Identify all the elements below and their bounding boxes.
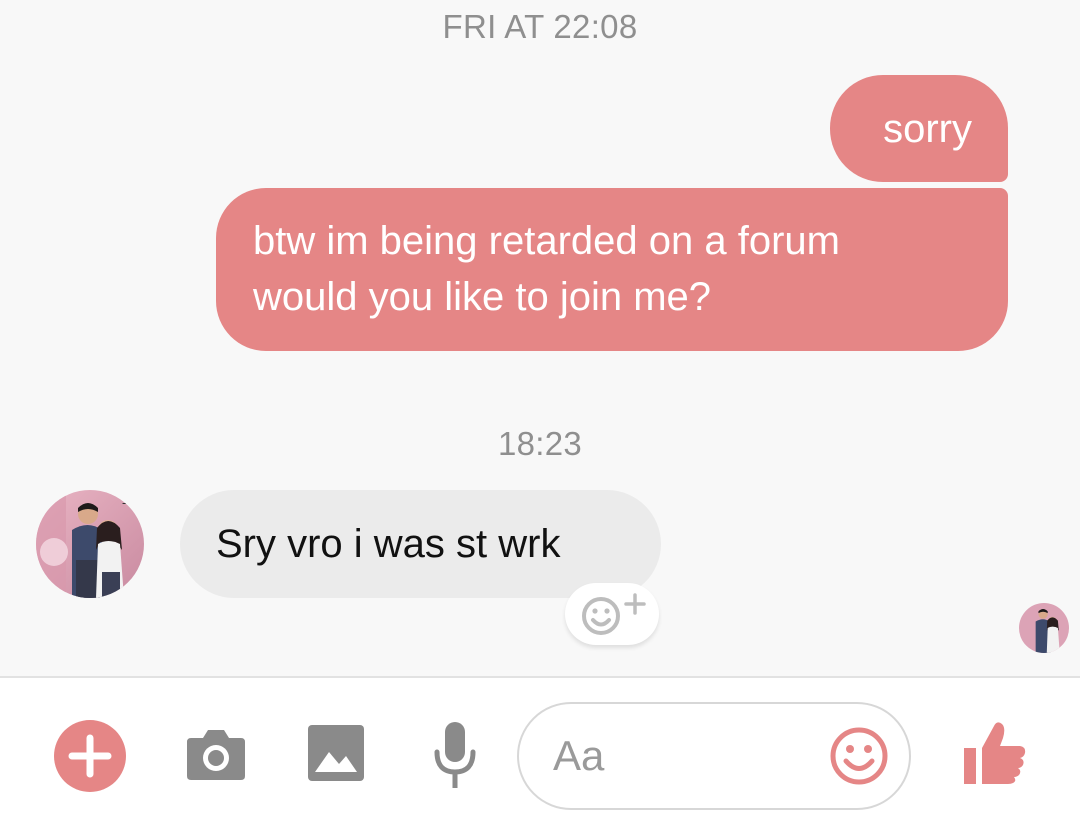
timestamp: 18:23	[497, 425, 583, 462]
message-thread[interactable]: FRI AT 22:08 sorry btw im being retarded…	[0, 0, 1080, 676]
incoming-message-bubble[interactable]: Sry vro i was st wrk	[180, 490, 661, 598]
message-text: Sry vro i was st wrk	[216, 522, 561, 566]
message-input-placeholder: Aa	[553, 732, 605, 779]
plus-circle-icon	[54, 720, 126, 792]
message-text-line: would you like to join me?	[253, 275, 712, 319]
add-reaction-icon	[582, 593, 646, 635]
timestamp: FRI AT 22:08	[442, 8, 638, 45]
outgoing-message-bubble[interactable]: btw im being retarded on a forum would y…	[216, 188, 1008, 351]
more-actions-button[interactable]	[54, 720, 126, 792]
message-composer: Aa	[0, 676, 1080, 832]
image-icon	[308, 725, 364, 781]
emoji-button[interactable]	[829, 726, 889, 786]
camera-icon	[187, 730, 245, 780]
gallery-button[interactable]	[307, 724, 365, 782]
message-text-line: btw im being retarded on a forum	[253, 219, 840, 263]
add-reaction-button[interactable]	[565, 583, 659, 645]
svg-text:೨: ೨	[122, 492, 130, 508]
like-button[interactable]	[962, 720, 1028, 786]
message-input[interactable]: Aa	[517, 702, 911, 810]
contact-avatar[interactable]: ೨	[36, 490, 144, 598]
read-receipt-avatar	[1019, 603, 1069, 653]
thumbs-up-icon	[964, 722, 1026, 784]
outgoing-message-bubble[interactable]: sorry	[830, 75, 1008, 182]
voice-message-button[interactable]	[433, 720, 477, 790]
smiley-icon	[830, 727, 888, 785]
microphone-icon	[434, 722, 476, 788]
camera-button[interactable]	[185, 722, 247, 784]
message-text: sorry	[883, 107, 972, 151]
